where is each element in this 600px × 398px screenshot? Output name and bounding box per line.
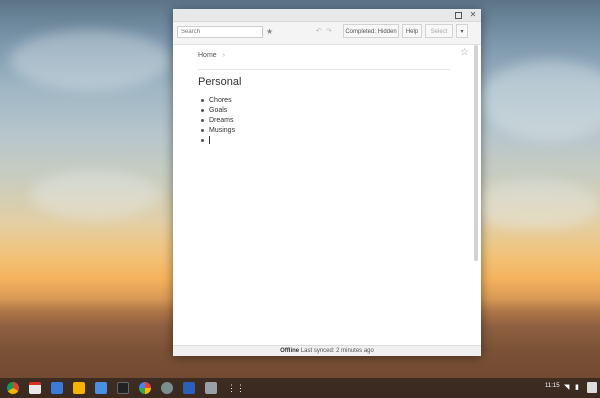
bullet-icon[interactable] <box>201 139 204 142</box>
maximize-button[interactable] <box>453 10 463 20</box>
completed-toggle-button[interactable]: Completed: Hidden <box>343 24 399 38</box>
wifi-icon[interactable]: ◥ <box>564 383 569 392</box>
close-icon: ✕ <box>469 10 477 19</box>
breadcrumb-home-link[interactable]: Home <box>198 52 217 59</box>
search-input[interactable] <box>177 26 263 38</box>
photos-icon[interactable] <box>205 382 217 394</box>
status-bar: Offline Last synced: 2 minutes ago <box>173 345 481 356</box>
terminal-icon[interactable] <box>117 382 129 394</box>
list-item-label[interactable]: Goals <box>209 107 227 114</box>
list-item[interactable]: Dreams <box>201 116 235 126</box>
new-list-item[interactable] <box>201 136 235 146</box>
pinwheel-icon[interactable] <box>139 382 151 394</box>
sync-state: Offline <box>280 348 300 354</box>
favorite-star-icon[interactable]: ☆ <box>460 47 469 58</box>
keep-icon[interactable] <box>73 382 85 394</box>
apps-launcher-icon[interactable]: ⋮⋮ <box>227 382 245 394</box>
breadcrumb-separator-icon: › <box>222 52 225 59</box>
text-cursor <box>209 136 210 145</box>
os-shelf: ⋮⋮ 11:15 ◥ ▮ <box>0 378 600 398</box>
document-area: ☆ Home › Personal Chores Goals Dreams Mu… <box>173 45 481 345</box>
list-item-label[interactable]: Chores <box>209 97 232 104</box>
screen-icon[interactable] <box>183 382 195 394</box>
toolbar: ★ ↶ ↷ Completed: Hidden Help Select ▾ <box>173 22 481 45</box>
clock[interactable]: 11:15 <box>545 383 560 389</box>
divider <box>198 69 450 70</box>
bullet-icon[interactable] <box>201 119 204 122</box>
bullet-icon[interactable] <box>201 109 204 112</box>
page-title[interactable]: Personal <box>198 76 241 88</box>
chrome-icon[interactable] <box>7 382 19 394</box>
app-window: ✕ ★ ↶ ↷ Completed: Hidden Help Select ▾ … <box>173 9 481 356</box>
list-item[interactable]: Chores <box>201 96 235 106</box>
breadcrumb: Home › <box>198 52 225 59</box>
bullet-icon[interactable] <box>201 99 204 102</box>
sync-detail: Last synced: 2 minutes ago <box>300 348 374 354</box>
list-item[interactable]: Goals <box>201 106 235 116</box>
redo-icon[interactable]: ↷ <box>326 26 332 38</box>
list-item[interactable]: Musings <box>201 126 235 136</box>
maximize-icon <box>455 12 462 19</box>
scrollbar[interactable] <box>474 45 478 261</box>
camera-icon[interactable] <box>161 382 173 394</box>
item-list: Chores Goals Dreams Musings <box>201 96 235 146</box>
help-button[interactable]: Help <box>402 24 422 38</box>
battery-icon[interactable]: ▮ <box>575 383 579 392</box>
list-item-label[interactable]: Dreams <box>209 117 234 124</box>
select-button[interactable]: Select <box>425 24 453 38</box>
docs-icon[interactable] <box>95 382 107 394</box>
close-button[interactable]: ✕ <box>468 10 478 20</box>
user-avatar[interactable] <box>587 382 597 393</box>
window-titlebar[interactable]: ✕ <box>173 9 481 22</box>
files-icon[interactable] <box>51 382 63 394</box>
undo-icon[interactable]: ↶ <box>316 26 322 38</box>
bullet-icon[interactable] <box>201 129 204 132</box>
more-menu-button[interactable]: ▾ <box>456 24 468 38</box>
calendar-icon[interactable] <box>29 382 41 394</box>
star-filter-icon[interactable]: ★ <box>266 26 273 38</box>
list-item-label[interactable]: Musings <box>209 127 235 134</box>
